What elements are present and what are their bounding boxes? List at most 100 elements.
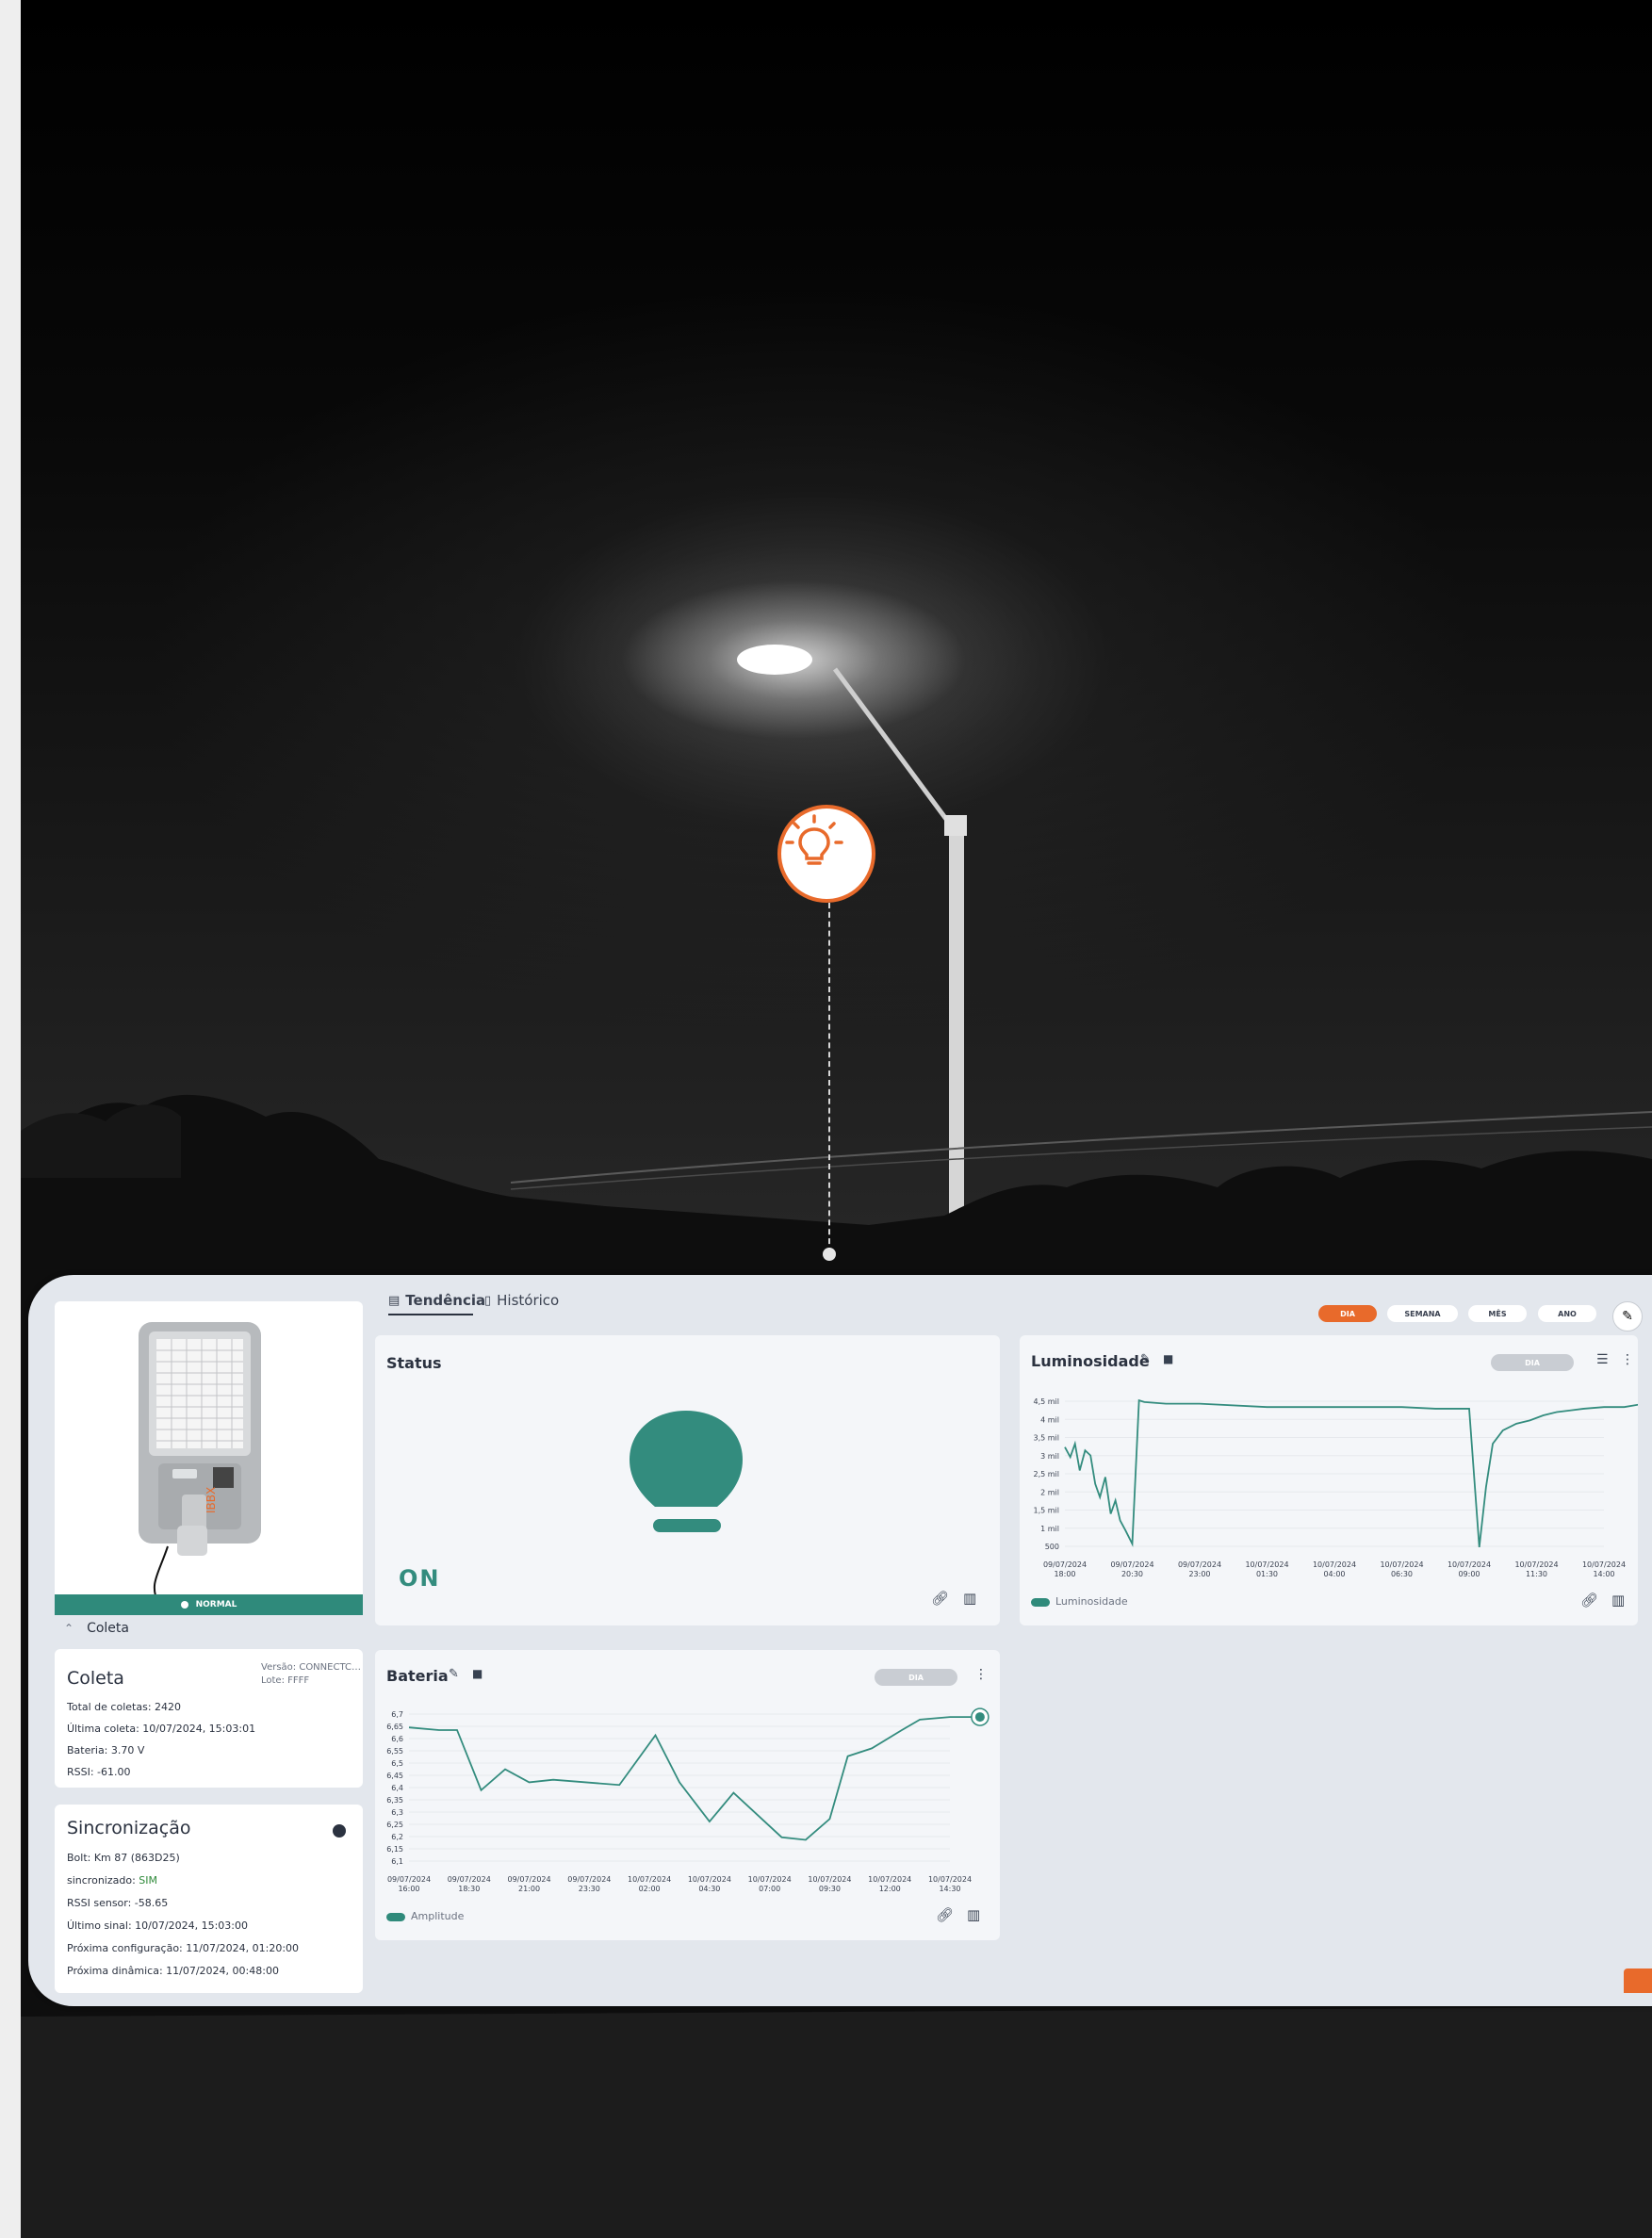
y-tick-label: 6,1: [391, 1857, 403, 1866]
x-tick-label: 10/07/2024: [1514, 1560, 1558, 1569]
luminosity-legend[interactable]: Luminosidade: [1031, 1595, 1128, 1608]
bar-chart-icon[interactable]: ▥: [963, 1590, 976, 1607]
x-tick-label: 01:30: [1256, 1570, 1278, 1578]
x-tick-label: 07:00: [759, 1885, 780, 1893]
x-tick-label: 16:00: [398, 1885, 419, 1893]
status-title: Status: [386, 1354, 442, 1372]
tab-historico[interactable]: ▯ Histórico: [484, 1292, 559, 1309]
link-icon[interactable]: 🔗︎: [936, 1906, 954, 1923]
marker-dashed-line: [828, 903, 830, 1253]
x-tick-label: 23:00: [1188, 1570, 1210, 1578]
y-tick-label: 6,55: [386, 1747, 403, 1756]
battery-chart: 6,7 6,65 6,6 6,55 6,5 6,45 6,4 6,35 6,3 6,25 6,2 6,…: [386, 1707, 990, 1893]
x-tick-label: 10/07/2024: [688, 1875, 731, 1884]
collect-info-panel: Coleta Versão: CONNECTCUB... Lote: FFFF …: [55, 1649, 363, 1788]
edit-layout-pencil-icon[interactable]: ✎: [1612, 1301, 1643, 1331]
period-button-mes[interactable]: MÊS: [1468, 1305, 1527, 1322]
x-tick-label: 09/07/2024: [567, 1875, 611, 1884]
sync-line: Próxima configuração: 11/07/2024, 01:20:…: [67, 1942, 300, 1954]
bar-chart-icon[interactable]: ▥: [1611, 1592, 1625, 1609]
y-tick-label: 4,5 mil: [1033, 1397, 1059, 1406]
y-tick-label: 6,7: [391, 1710, 403, 1719]
x-tick-label: 10/07/2024: [928, 1875, 972, 1884]
collect-line: Total de coletas: 2420: [67, 1701, 182, 1713]
period-button-semana[interactable]: SEMANA: [1387, 1305, 1458, 1322]
clipboard-icon: ▯: [484, 1293, 492, 1308]
sync-line: Último sinal: 10/07/2024, 15:03:00: [67, 1919, 248, 1932]
y-tick-label: 500: [1045, 1543, 1059, 1551]
sync-line: Próxima dinâmica: 11/07/2024, 00:48:00: [67, 1965, 279, 1977]
lightbulb-icon: [785, 814, 843, 865]
x-tick-label: 09/07/2024: [387, 1875, 431, 1884]
tab-tendencia[interactable]: ▤ Tendência: [388, 1292, 485, 1309]
x-tick-label: 10/07/2024: [808, 1875, 851, 1884]
street-light-device-image: IBBX: [139, 1322, 261, 1604]
lightbulb-marker[interactable]: [777, 805, 875, 903]
collect-line: Bateria: 3.70 V: [67, 1744, 145, 1756]
x-tick-label: 10/07/2024: [628, 1875, 671, 1884]
y-tick-label: 3,5 mil: [1033, 1434, 1059, 1443]
legend-swatch: [1031, 1597, 1050, 1607]
device-image-panel: IBBX: [55, 1301, 363, 1612]
battery-panel: Bateria ✎ ■ DIA ⋮ 6,7 6,65 6,6 6,55 6,5 6,45 6…: [375, 1650, 1000, 1940]
sync-info-panel: Sincronização Bolt: Km 87 (863D25) sincr…: [55, 1805, 363, 1993]
x-tick-label: 09:00: [1458, 1570, 1480, 1578]
y-tick-label: 6,4: [391, 1784, 403, 1792]
x-tick-label: 09/07/2024: [1110, 1560, 1153, 1569]
svg-text:IBBX: IBBX: [204, 1487, 218, 1513]
y-tick-label: 6,3: [391, 1808, 403, 1817]
x-tick-label: 09/07/2024: [1178, 1560, 1221, 1569]
x-tick-label: 20:30: [1121, 1570, 1143, 1578]
x-tick-label: 10/07/2024: [1448, 1560, 1491, 1569]
marker-anchor-dot: [823, 1248, 836, 1261]
sync-status-value: SIM: [139, 1874, 157, 1887]
x-tick-label: 23:30: [579, 1885, 600, 1893]
x-tick-label: 04:30: [698, 1885, 720, 1893]
collect-line: Última coleta: 10/07/2024, 15:03:01: [67, 1723, 256, 1735]
link-icon[interactable]: 🔗︎: [931, 1590, 949, 1607]
y-tick-label: 2,5 mil: [1033, 1470, 1059, 1478]
x-tick-label: 09:30: [819, 1885, 841, 1893]
x-tick-label: 10/07/2024: [1582, 1560, 1626, 1569]
luminosity-panel: Luminosidade ✎ ■ DIA ☰ ⋮ 4,5 mil 4 mil 3,5…: [1020, 1335, 1638, 1625]
chat-widget-button[interactable]: [1624, 1968, 1652, 1993]
y-tick-label: 6,35: [386, 1796, 403, 1805]
x-tick-label: 09/07/2024: [448, 1875, 491, 1884]
link-icon[interactable]: 🔗︎: [1580, 1592, 1598, 1609]
x-tick-label: 10/07/2024: [868, 1875, 911, 1884]
x-tick-label: 14:00: [1593, 1570, 1614, 1578]
status-panel: Status ON 🔗︎ ▥: [375, 1335, 1000, 1625]
x-tick-label: 10/07/2024: [748, 1875, 792, 1884]
legend-swatch: [386, 1912, 405, 1921]
x-tick-label: 18:00: [1054, 1570, 1075, 1578]
x-tick-label: 06:30: [1391, 1570, 1413, 1578]
x-tick-label: 10/07/2024: [1380, 1560, 1423, 1569]
y-tick-label: 6,65: [386, 1723, 403, 1731]
y-tick-label: 4 mil: [1040, 1415, 1059, 1424]
dashboard-card: IBBX NORMAL ⌃ Coleta Coleta Versão: CONN…: [28, 1275, 1652, 2006]
sync-line: RSSI sensor: -58.65: [67, 1897, 169, 1909]
x-tick-label: 21:00: [518, 1885, 540, 1893]
x-tick-label: 12:00: [879, 1885, 901, 1893]
y-tick-label: 3 mil: [1040, 1452, 1059, 1461]
chevron-up-icon: ⌃: [64, 1622, 74, 1635]
sync-line: Bolt: Km 87 (863D25): [67, 1852, 180, 1864]
period-button-dia[interactable]: DIA: [1318, 1305, 1377, 1322]
period-button-ano[interactable]: ANO: [1538, 1305, 1596, 1322]
x-tick-label: 10/07/2024: [1313, 1560, 1356, 1569]
y-tick-label: 6,6: [391, 1735, 403, 1743]
battery-legend[interactable]: Amplitude: [386, 1910, 464, 1922]
status-value: ON: [399, 1565, 441, 1592]
x-tick-label: 14:30: [939, 1885, 960, 1893]
sync-line: sincronizado: SIM: [67, 1874, 157, 1887]
y-tick-label: 6,2: [391, 1833, 403, 1841]
series-line: [408, 1716, 980, 1841]
y-tick-label: 1 mil: [1040, 1525, 1059, 1533]
collect-collapse-toggle[interactable]: ⌃ Coleta: [64, 1621, 129, 1636]
sync-title: Sincronização: [67, 1818, 191, 1838]
y-tick-label: 6,25: [386, 1821, 403, 1829]
collect-version: Versão: CONNECTCUB...: [261, 1662, 363, 1673]
bar-chart-icon[interactable]: ▥: [967, 1906, 980, 1923]
sync-info-icon[interactable]: [333, 1824, 346, 1838]
y-tick-label: 6,15: [386, 1845, 403, 1854]
